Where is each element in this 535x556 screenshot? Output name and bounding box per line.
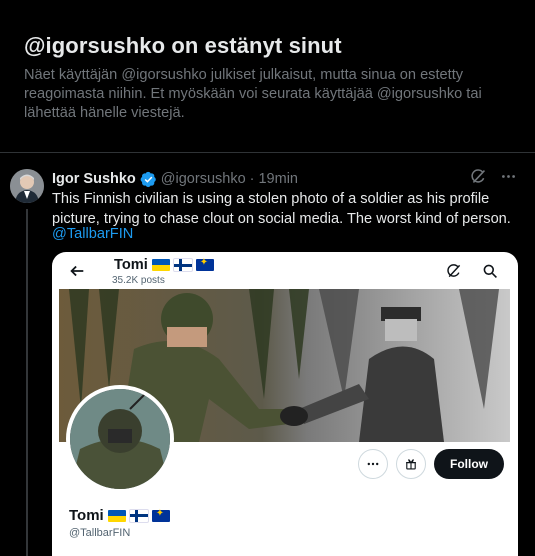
posts-count: 35.2K posts (112, 275, 165, 286)
thread-line (26, 209, 28, 556)
profile-avatar (66, 385, 174, 493)
embedded-top-icons (446, 263, 498, 284)
more-icon[interactable] (499, 167, 517, 185)
embedded-profile-name-text: Tomi (69, 507, 104, 524)
embedded-header-name-text: Tomi (114, 257, 148, 273)
tweet[interactable]: Igor Sushko @igorsushko · 19min This Fin… (0, 153, 535, 556)
embedded-profile-handle: @TallbarFIN (69, 527, 131, 539)
timestamp[interactable]: 19min (258, 171, 298, 187)
eu-flag (151, 508, 170, 522)
finland-flag (172, 258, 193, 272)
tweet-header: Igor Sushko @igorsushko · 19min (52, 169, 298, 189)
separator: · (249, 171, 255, 187)
embedded-profile-header: Tomi 35.2K posts (52, 252, 518, 292)
eu-flag (195, 257, 214, 271)
ukraine-flag (151, 259, 170, 271)
grok-icon (446, 263, 462, 284)
follow-button: Follow (434, 449, 504, 479)
more-icon (358, 449, 388, 479)
author-handle[interactable]: @igorsushko (161, 171, 246, 187)
embedded-header-name: Tomi (114, 257, 214, 273)
search-icon (482, 263, 498, 284)
tweet-text: This Finnish civilian is using a stolen … (52, 191, 511, 227)
verified-badge-icon (140, 171, 157, 188)
block-title: @igorsushko on estänyt sinut (24, 33, 342, 58)
mention-link[interactable]: @TallbarFIN (52, 225, 133, 245)
block-notice: @igorsushko on estänyt sinut Näet käyttä… (0, 0, 535, 142)
profile-actions: Follow (358, 449, 504, 479)
grok-icon[interactable] (469, 167, 487, 185)
tweet-actions (469, 167, 517, 185)
subscribe-icon (396, 449, 426, 479)
author-name[interactable]: Igor Sushko (52, 171, 136, 187)
block-description: Näet käyttäjän @igorsushko julkiset julk… (24, 67, 482, 121)
ukraine-flag (107, 509, 126, 522)
embedded-image[interactable]: Tomi 35.2K posts (52, 252, 518, 556)
finland-flag (128, 508, 149, 523)
avatar[interactable] (10, 169, 44, 203)
back-arrow-icon (68, 262, 86, 280)
embedded-profile-name: Tomi (69, 507, 170, 524)
